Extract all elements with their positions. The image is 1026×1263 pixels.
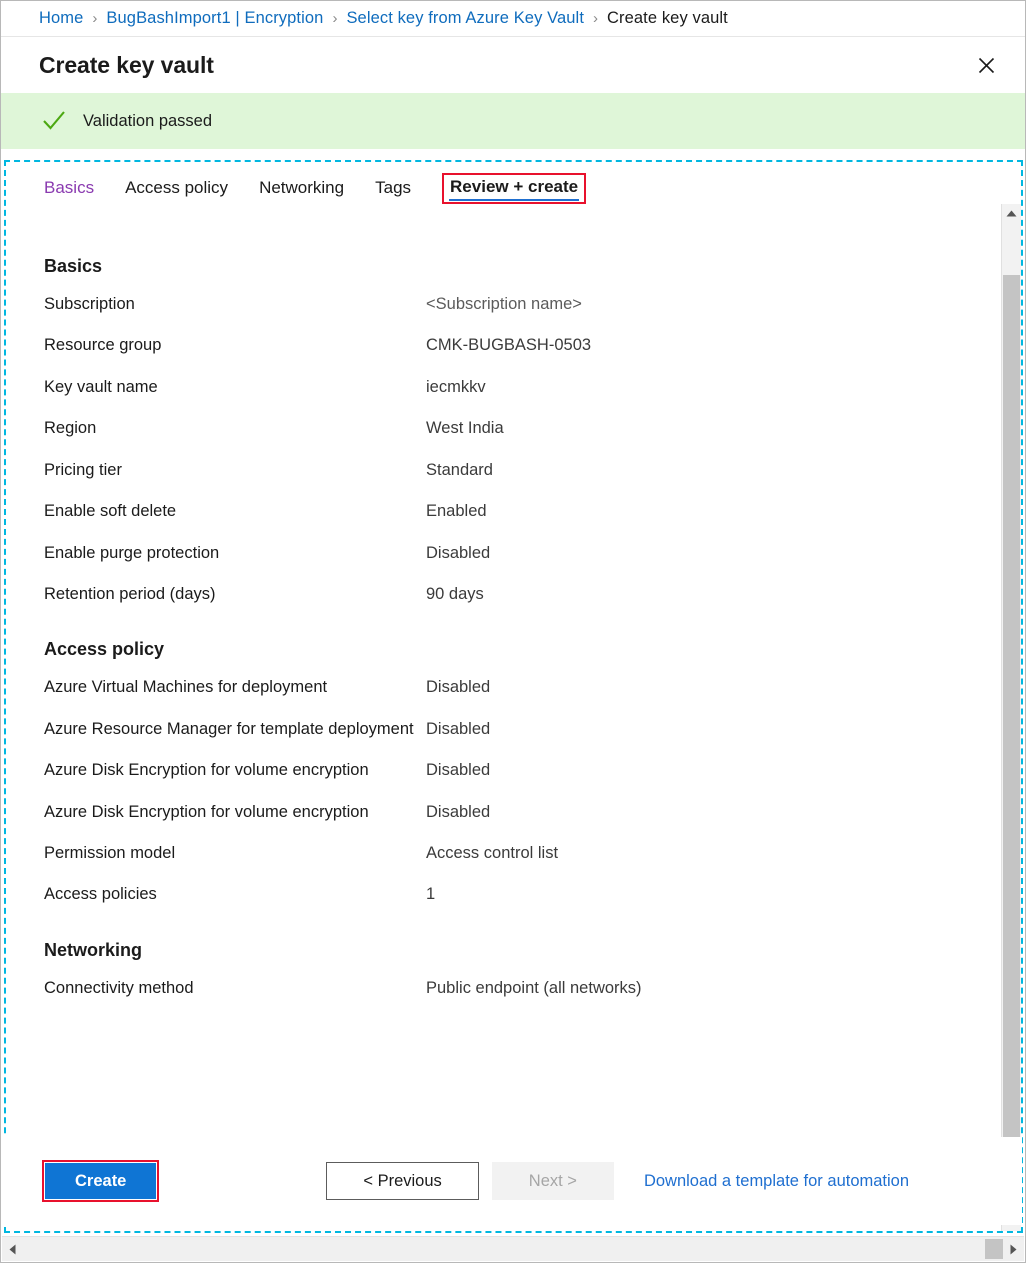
row-label: Access policies	[44, 883, 426, 906]
breadcrumb-item-encryption[interactable]: BugBashImport1 | Encryption	[106, 9, 323, 28]
summary-row-connectivity-method: Connectivity method Public endpoint (all…	[44, 977, 1001, 1000]
row-value: Disabled	[426, 676, 490, 699]
row-value: Disabled	[426, 718, 490, 741]
section-heading: Basics	[44, 256, 1001, 277]
row-label: Enable purge protection	[44, 542, 426, 565]
wizard-tabs: Basics Access policy Networking Tags Rev…	[6, 162, 1021, 204]
breadcrumb-separator-icon: ›	[332, 10, 337, 27]
page-title: Create key vault	[39, 52, 214, 79]
breadcrumb-separator-icon: ›	[92, 10, 97, 27]
row-label: Azure Resource Manager for template depl…	[44, 718, 426, 741]
summary-row-enable-soft-delete: Enable soft delete Enabled	[44, 500, 1001, 523]
caret-up-glyph	[1006, 210, 1017, 217]
row-label: Azure Disk Encryption for volume encrypt…	[44, 801, 426, 824]
scroll-left-arrow-icon[interactable]	[2, 1244, 23, 1255]
summary-row-key-vault-name: Key vault name iecmkkv	[44, 376, 1001, 399]
summary-row-pricing-tier: Pricing tier Standard	[44, 459, 1001, 482]
summary-row-enable-purge-protection: Enable purge protection Disabled	[44, 542, 1001, 565]
breadcrumb-separator-icon: ›	[593, 10, 598, 27]
download-template-link[interactable]: Download a template for automation	[644, 1172, 909, 1191]
close-glyph	[978, 57, 995, 74]
horizontal-scroll-track[interactable]	[23, 1237, 1003, 1261]
breadcrumb-item-select-key[interactable]: Select key from Azure Key Vault	[346, 9, 584, 28]
validation-banner: Validation passed	[1, 93, 1025, 149]
breadcrumb-item-create-key-vault: Create key vault	[607, 9, 728, 28]
row-label: Resource group	[44, 334, 426, 357]
tab-basics[interactable]: Basics	[44, 178, 94, 204]
previous-button[interactable]: < Previous	[326, 1162, 478, 1201]
wizard-footer: Create < Previous Next > Download a temp…	[4, 1137, 1022, 1225]
vertical-scrollbar[interactable]	[1001, 204, 1021, 1231]
row-label: Connectivity method	[44, 977, 426, 1000]
section-basics: Basics Subscription <Subscription name> …	[44, 256, 1001, 606]
row-label: Azure Virtual Machines for deployment	[44, 676, 426, 699]
horizontal-scrollbar[interactable]	[2, 1236, 1024, 1261]
row-value: CMK-BUGBASH-0503	[426, 334, 591, 357]
next-button: Next >	[492, 1162, 614, 1201]
row-value: Public endpoint (all networks)	[426, 977, 642, 1000]
row-value: Standard	[426, 459, 493, 482]
row-value: <Subscription name>	[426, 293, 582, 316]
scroll-up-arrow-icon[interactable]	[1002, 204, 1021, 223]
vertical-scroll-thumb[interactable]	[1003, 275, 1020, 1146]
summary-row-azure-resource-manager: Azure Resource Manager for template depl…	[44, 718, 1001, 741]
row-label: Subscription	[44, 293, 426, 316]
summary-row-retention-period: Retention period (days) 90 days	[44, 583, 1001, 606]
row-label: Enable soft delete	[44, 500, 426, 523]
section-access-policy: Access policy Azure Virtual Machines for…	[44, 639, 1001, 907]
scroll-right-arrow-icon[interactable]	[1003, 1244, 1024, 1255]
row-value: West India	[426, 417, 504, 440]
horizontal-scroll-thumb[interactable]	[985, 1239, 1003, 1259]
row-label: Retention period (days)	[44, 583, 426, 606]
row-value: Disabled	[426, 801, 490, 824]
close-icon[interactable]	[969, 48, 1003, 82]
summary-row-region: Region West India	[44, 417, 1001, 440]
tab-access-policy[interactable]: Access policy	[125, 178, 228, 204]
caret-right-glyph	[1010, 1244, 1017, 1255]
section-networking: Networking Connectivity method Public en…	[44, 940, 1001, 1000]
summary-row-access-policies: Access policies 1	[44, 883, 1001, 906]
create-key-vault-blade: Home › BugBashImport1 | Encryption › Sel…	[0, 0, 1026, 1263]
summary-row-azure-virtual-machines: Azure Virtual Machines for deployment Di…	[44, 676, 1001, 699]
row-label: Region	[44, 417, 426, 440]
tab-tags[interactable]: Tags	[375, 178, 411, 204]
checkmark-icon	[41, 108, 67, 134]
row-value: 1	[426, 883, 435, 906]
tab-review-create[interactable]: Review + create	[442, 173, 586, 204]
row-value: Disabled	[426, 759, 490, 782]
row-value: iecmkkv	[426, 376, 486, 399]
caret-left-glyph	[9, 1244, 16, 1255]
summary-row-azure-disk-encryption-2: Azure Disk Encryption for volume encrypt…	[44, 801, 1001, 824]
create-button-highlight: Create	[42, 1160, 159, 1203]
create-button[interactable]: Create	[45, 1163, 156, 1200]
row-label: Permission model	[44, 842, 426, 865]
summary-row-subscription: Subscription <Subscription name>	[44, 293, 1001, 316]
review-summary: Basics Subscription <Subscription name> …	[6, 204, 1001, 1231]
breadcrumb: Home › BugBashImport1 | Encryption › Sel…	[1, 1, 1025, 37]
summary-row-permission-model: Permission model Access control list	[44, 842, 1001, 865]
validation-message: Validation passed	[83, 112, 212, 131]
row-label: Azure Disk Encryption for volume encrypt…	[44, 759, 426, 782]
wizard-container: Basics Access policy Networking Tags Rev…	[4, 160, 1023, 1233]
section-heading: Networking	[44, 940, 1001, 961]
summary-row-resource-group: Resource group CMK-BUGBASH-0503	[44, 334, 1001, 357]
row-value: Access control list	[426, 842, 558, 865]
breadcrumb-item-home[interactable]: Home	[39, 9, 83, 28]
tab-networking[interactable]: Networking	[259, 178, 344, 204]
row-value: Disabled	[426, 542, 490, 565]
review-scroll-area: Basics Subscription <Subscription name> …	[6, 204, 1021, 1231]
summary-row-azure-disk-encryption: Azure Disk Encryption for volume encrypt…	[44, 759, 1001, 782]
row-value: Enabled	[426, 500, 487, 523]
vertical-scroll-track[interactable]	[1002, 223, 1021, 1212]
row-label: Pricing tier	[44, 459, 426, 482]
blade-title-row: Create key vault	[1, 37, 1025, 93]
row-label: Key vault name	[44, 376, 426, 399]
row-value: 90 days	[426, 583, 484, 606]
section-heading: Access policy	[44, 639, 1001, 660]
